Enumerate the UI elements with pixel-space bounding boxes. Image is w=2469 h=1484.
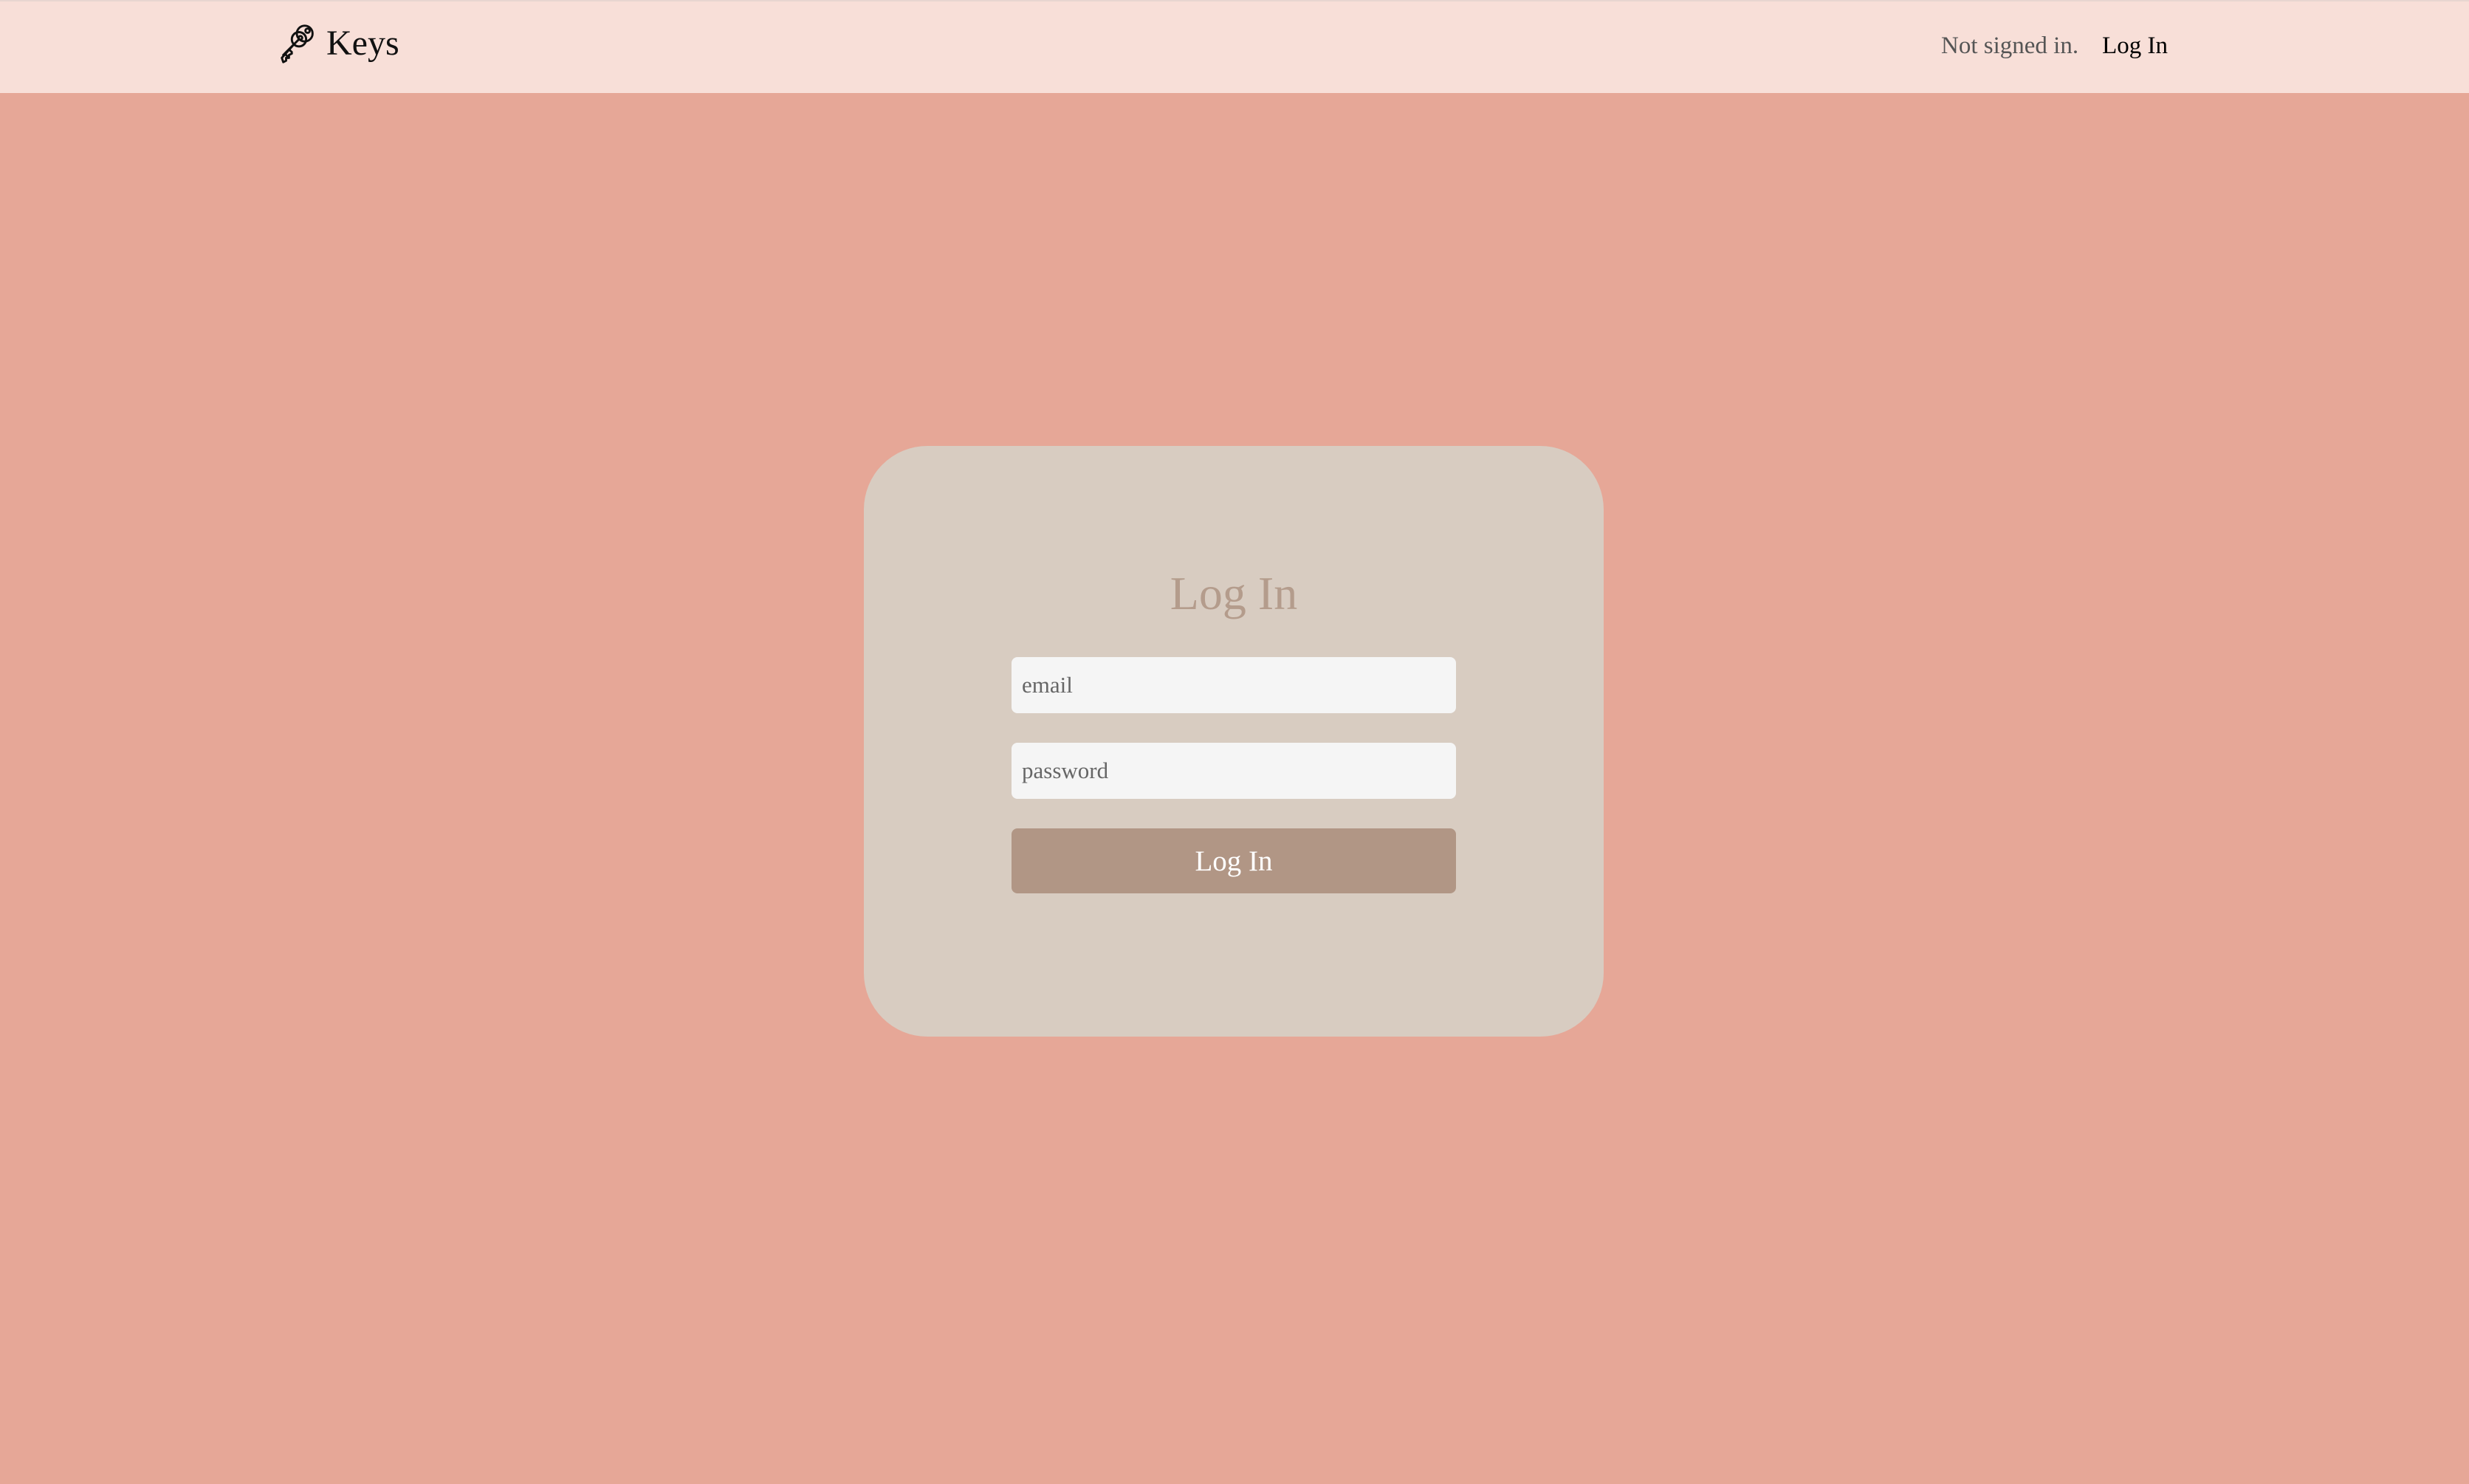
password-field[interactable]	[1012, 743, 1456, 799]
login-card: Log In Log In	[864, 446, 1604, 1037]
email-field[interactable]	[1012, 657, 1456, 713]
brand-link[interactable]: Keys	[275, 19, 399, 68]
navbar: Keys Not signed in. Log In	[0, 0, 2469, 93]
login-button[interactable]: Log In	[1012, 828, 1456, 893]
keys-icon	[275, 21, 320, 66]
login-title: Log In	[1170, 567, 1298, 619]
nav-user-area: Not signed in. Log In	[1941, 32, 2168, 60]
brand-name: Keys	[326, 24, 399, 63]
signin-status-text: Not signed in.	[1941, 32, 2079, 59]
nav-login-link[interactable]: Log In	[2102, 32, 2168, 60]
